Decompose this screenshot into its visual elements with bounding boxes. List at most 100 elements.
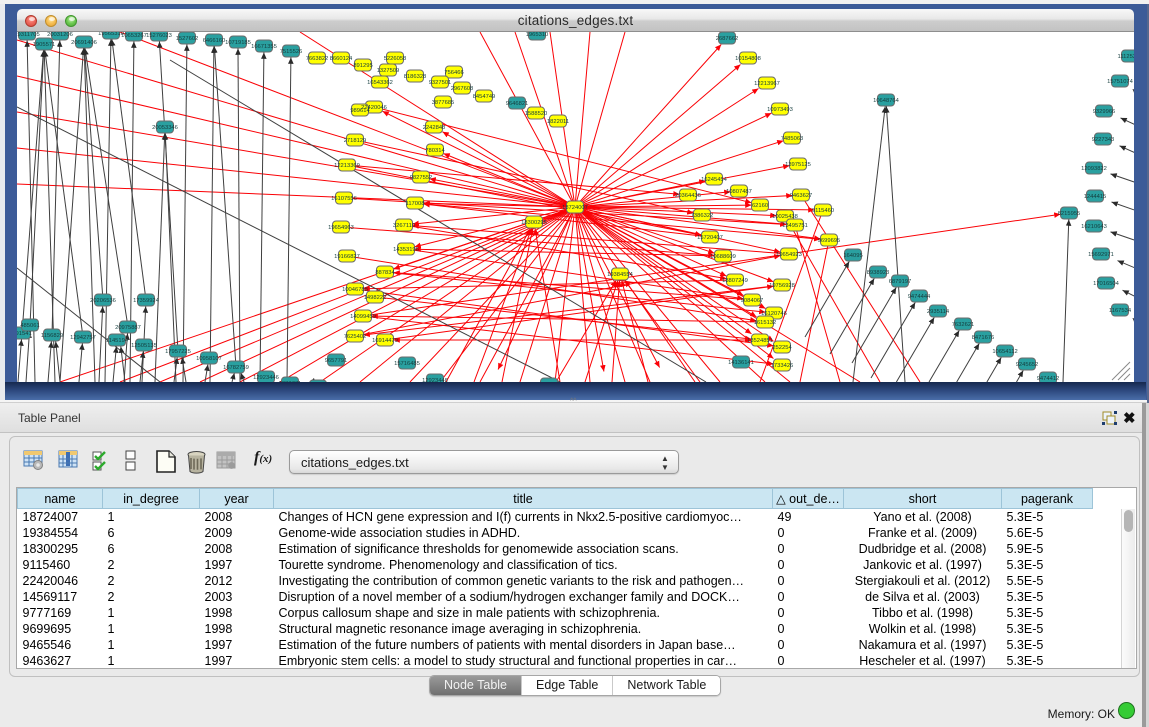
svg-text:3877685: 3877685 [432,100,455,106]
svg-text:20206536: 20206536 [90,298,116,304]
svg-text:14099459: 14099459 [350,314,376,320]
svg-text:2687662: 2687662 [716,36,739,42]
svg-text:7515526: 7515526 [280,49,303,55]
svg-text:10653267: 10653267 [121,33,147,39]
svg-text:20031206: 20031206 [47,32,73,38]
svg-text:8660124: 8660124 [330,56,353,62]
svg-text:12213369: 12213369 [334,163,360,169]
svg-text:9084067: 9084067 [741,298,764,304]
svg-text:9699695: 9699695 [818,238,841,244]
svg-text:1327509: 1327509 [377,68,400,74]
svg-text:16245454: 16245454 [701,177,728,183]
svg-text:1167534: 1167534 [1109,308,1132,314]
svg-text:10973493: 10973493 [767,107,793,113]
svg-text:11125346: 11125346 [1118,54,1134,60]
svg-text:12505135: 12505135 [131,343,157,349]
svg-text:20691406: 20691406 [71,40,97,46]
svg-text:2935114: 2935114 [927,309,950,315]
svg-text:7632621: 7632621 [952,322,975,328]
svg-text:117008: 117008 [406,201,425,207]
svg-text:10719185: 10719185 [225,40,251,46]
svg-text:6466160: 6466160 [203,38,226,44]
svg-text:9463627: 9463627 [790,193,813,199]
svg-text:13524851: 13524851 [747,338,773,344]
svg-text:16782759: 16782759 [223,365,249,371]
svg-text:62160: 62160 [752,203,768,209]
svg-text:15751074: 15751074 [1107,79,1134,85]
svg-text:17016504: 17016504 [1093,281,1120,287]
svg-text:9327501: 9327501 [429,80,452,86]
svg-text:8186328: 8186328 [404,74,427,80]
svg-text:16543362: 16543362 [367,80,393,86]
svg-text:252254: 252254 [772,345,792,351]
svg-text:1145194: 1145194 [106,338,129,344]
svg-text:10648764: 10648764 [873,98,900,104]
svg-text:13975125: 13975125 [785,162,811,168]
svg-text:7663822: 7663822 [306,56,329,62]
svg-text:15692971: 15692971 [1088,252,1114,258]
svg-text:9827552: 9827552 [410,175,433,181]
svg-text:6879197: 6879197 [889,279,912,285]
svg-text:2967608: 2967608 [451,86,474,92]
svg-text:1527602: 1527602 [176,36,199,42]
svg-text:9474444: 9474444 [908,294,931,300]
svg-text:16914479: 16914479 [372,338,398,344]
svg-text:10025438: 10025438 [772,214,798,220]
svg-text:887834: 887834 [375,270,395,276]
svg-text:20364436: 20364436 [675,193,701,199]
svg-text:10807487: 10807487 [726,189,752,195]
svg-text:8454749: 8454749 [473,94,496,100]
svg-text:9646821: 9646821 [506,101,529,107]
svg-text:7485063: 7485063 [781,136,804,142]
svg-text:8215955: 8215955 [1058,211,1081,217]
svg-text:1244415: 1244415 [1084,194,1107,200]
svg-text:2718129: 2718129 [344,138,367,144]
svg-text:391541: 391541 [17,331,32,337]
svg-text:9329966: 9329966 [1093,109,1116,115]
svg-text:1822011: 1822011 [547,119,569,125]
svg-text:10046788: 10046788 [342,287,368,293]
svg-text:15276023: 15276023 [146,33,172,39]
svg-text:1965310: 1965310 [526,32,549,38]
svg-text:20053346: 20053346 [152,125,178,131]
svg-text:19384554: 19384554 [607,272,634,278]
svg-text:7625402: 7625402 [344,334,367,340]
svg-text:12942757: 12942757 [70,335,96,341]
svg-text:14136141: 14136141 [728,360,754,366]
svg-text:485061: 485061 [20,323,39,329]
svg-text:7386322: 7386322 [691,213,714,219]
svg-text:10688609: 10688609 [710,254,736,260]
svg-text:12923446: 12923446 [253,375,279,381]
svg-text:17359924: 17359924 [133,298,160,304]
svg-text:16120746: 16120746 [761,311,787,317]
svg-text:1498222: 1498222 [364,295,387,301]
svg-text:12213967: 12213967 [754,81,780,87]
svg-text:10958107: 10958107 [196,356,222,362]
svg-text:9227343: 9227343 [1092,137,1115,143]
svg-text:5226058: 5226058 [384,56,407,62]
svg-text:19654923: 19654923 [776,252,802,258]
svg-text:10654112: 10654112 [992,349,1017,355]
svg-text:9657791: 9657791 [325,358,348,364]
svg-text:15720407: 15720407 [697,235,723,241]
svg-text:16107556: 16107556 [331,196,357,202]
svg-text:16671355: 16671355 [251,44,277,50]
svg-text:1156829: 1156829 [41,333,63,339]
svg-text:989614: 989614 [350,108,370,114]
svg-text:9115460: 9115460 [812,208,834,214]
svg-text:9383771: 9383771 [279,381,302,382]
svg-text:164095: 164095 [843,253,862,259]
svg-text:2242848: 2242848 [423,125,446,131]
svg-text:891295: 891295 [353,63,372,69]
svg-text:3267110: 3267110 [393,223,415,229]
svg-text:1588520: 1588520 [525,111,548,117]
svg-text:1615132: 1615132 [754,320,777,326]
svg-text:14353196: 14353196 [393,247,419,253]
svg-text:19311705: 19311705 [17,32,40,38]
svg-text:18300295: 18300295 [521,220,547,226]
svg-text:20975887: 20975887 [115,325,141,331]
svg-text:13495751: 13495751 [782,223,808,229]
svg-text:19565310: 19565310 [98,32,124,37]
svg-text:19654963: 19654963 [328,225,354,231]
svg-text:18724007: 18724007 [562,205,588,211]
